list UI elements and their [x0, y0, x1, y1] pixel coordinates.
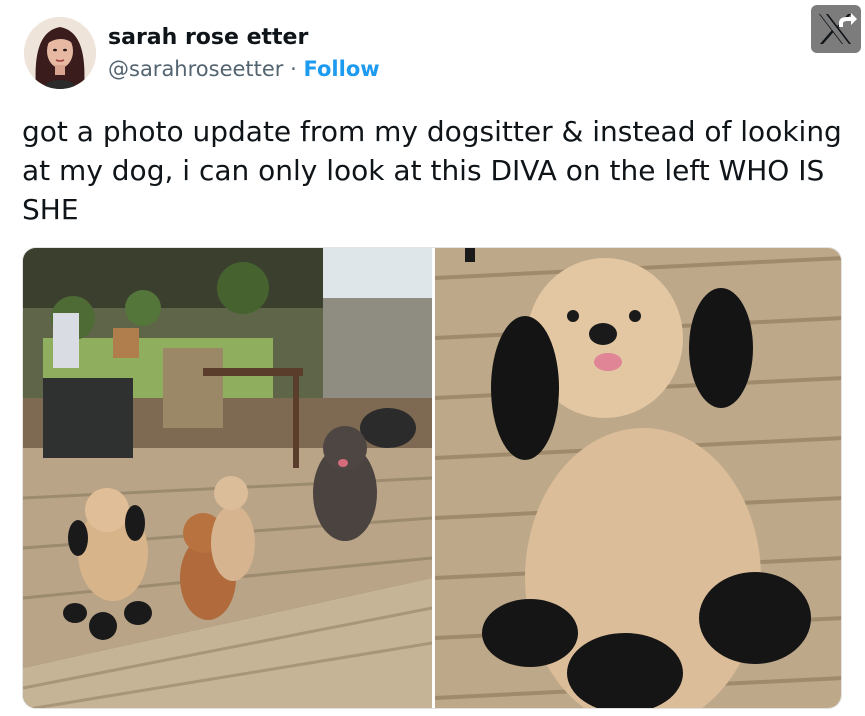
follow-button[interactable]: Follow [304, 57, 380, 81]
user-display-name[interactable]: sarah rose etter [108, 25, 308, 50]
photo-four-dogs[interactable] [23, 248, 432, 708]
user-handle-row: @sarahroseetter · Follow [108, 57, 380, 81]
user-handle[interactable]: @sarahroseetter [108, 57, 283, 81]
x-share-badge[interactable] [811, 5, 861, 53]
separator-dot: · [290, 57, 297, 81]
tweet-text: got a photo update from my dogsitter & i… [22, 115, 842, 226]
photo-diva-dog[interactable] [435, 248, 841, 708]
avatar[interactable] [24, 17, 96, 89]
tweet-media[interactable] [22, 247, 842, 709]
